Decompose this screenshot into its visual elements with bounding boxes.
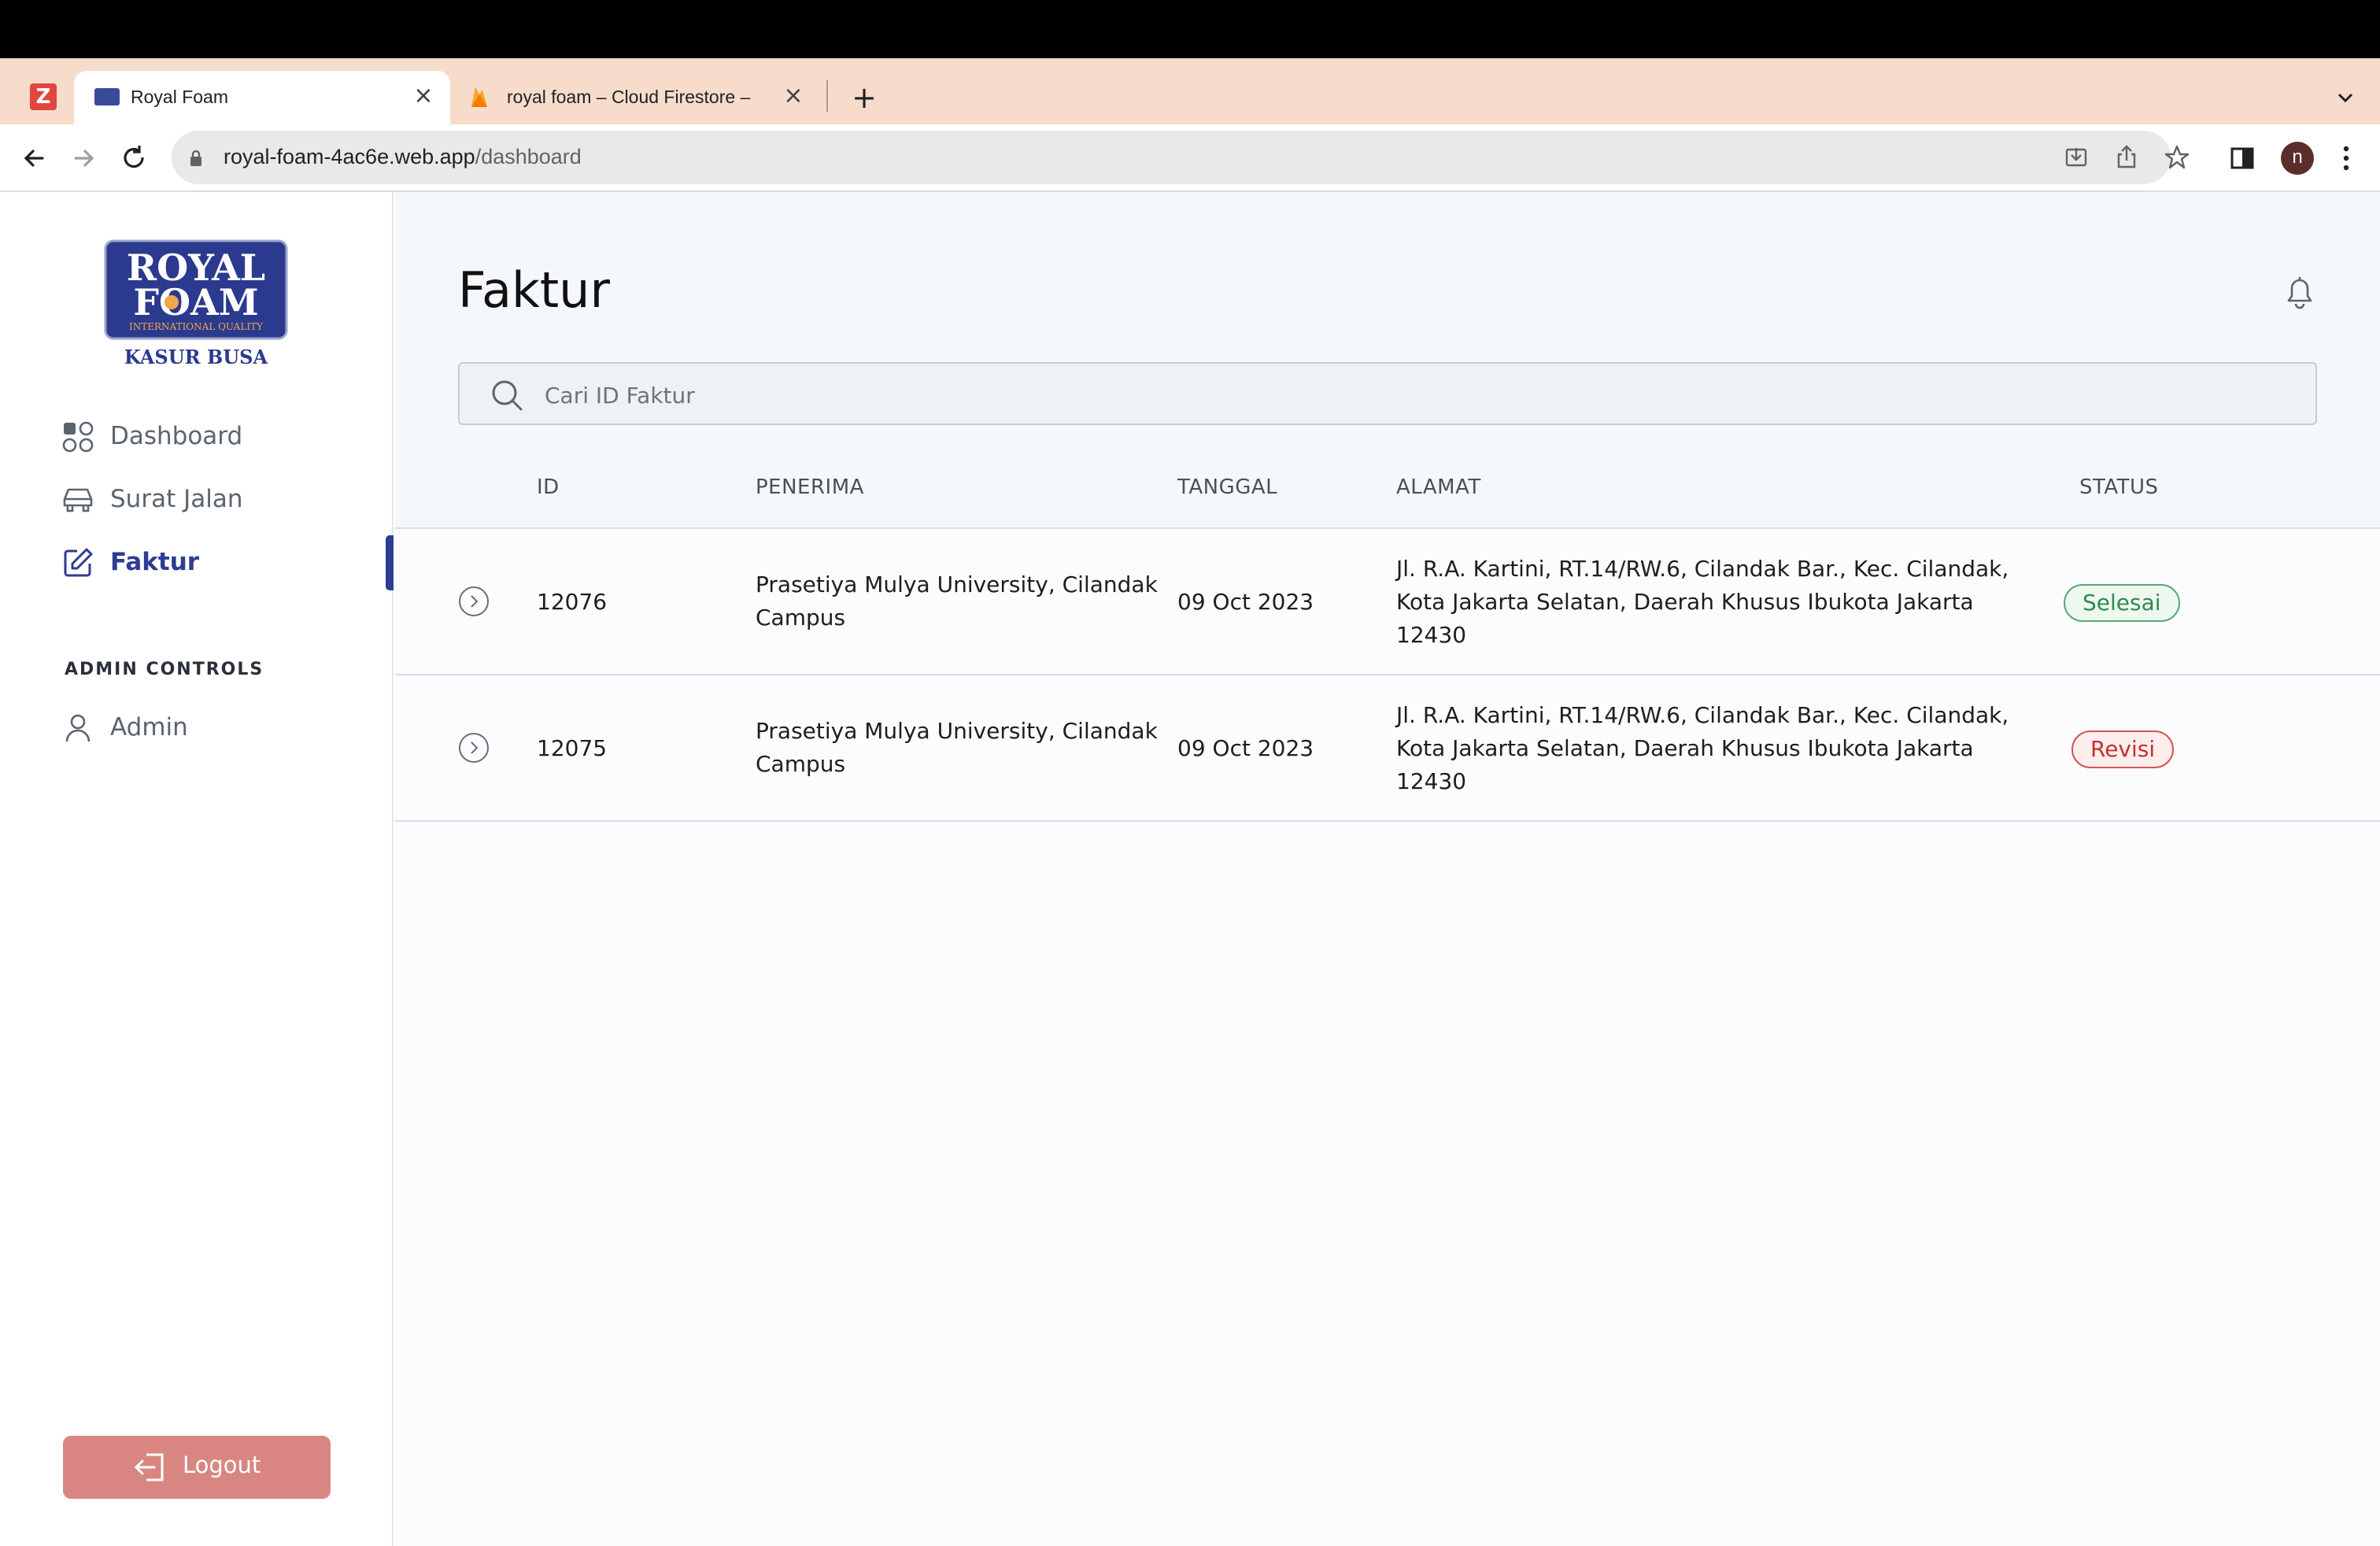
logout-button[interactable]: Logout <box>63 1436 331 1499</box>
back-arrow-icon[interactable] <box>17 142 50 175</box>
logout-label: Logout <box>183 1452 261 1478</box>
svg-text:KASUR BUSA: KASUR BUSA <box>124 346 268 368</box>
cell-line: 12430 <box>1396 768 1467 794</box>
url-host: royal-foam-4ac6e.web.app <box>224 145 475 168</box>
browser-menu-icon[interactable] <box>2334 142 2358 175</box>
new-tab-button[interactable]: + <box>848 82 880 113</box>
browser-toolbar: royal-foam-4ac6e.web.app/dashboard n <box>0 124 2380 192</box>
tab-cloud-firestore[interactable]: royal foam – Cloud Firestore – × <box>463 71 825 124</box>
address-bar[interactable]: royal-foam-4ac6e.web.app/dashboard <box>172 131 2190 184</box>
tab-royal-foam[interactable]: Royal Foam × <box>74 71 450 124</box>
tab-title: royal foam – Cloud Firestore – <box>507 87 751 107</box>
status-badge: Revisi <box>2071 730 2175 768</box>
sidebar-item-surat-jalan[interactable]: Surat Jalan <box>61 477 360 521</box>
admin-controls-heading: ADMIN CONTROLS <box>65 660 264 679</box>
cell-line: Jl. R.A. Kartini, RT.14/RW.6, Cilandak B… <box>1396 556 2009 582</box>
cell-line: Prasetiya Mulya University, Cilandak <box>756 571 1158 597</box>
search-input[interactable] <box>545 373 2276 417</box>
cell-line: Prasetiya Mulya University, Cilandak <box>756 718 1158 744</box>
tab-close-icon[interactable]: × <box>779 82 808 110</box>
cell-alamat: Jl. R.A. Kartini, RT.14/RW.6, Cilandak B… <box>1396 699 2026 798</box>
url-path: /dashboard <box>475 145 582 168</box>
app-root: ROYAL FOAM INTERNATIONAL QUALITY KASUR B… <box>0 192 2380 1546</box>
url-text[interactable]: royal-foam-4ac6e.web.app/dashboard <box>224 145 582 169</box>
cell-line: Kota Jakarta Selatan, Daerah Khusus Ibuk… <box>1396 735 1974 761</box>
cell-line: Kota Jakarta Selatan, Daerah Khusus Ibuk… <box>1396 589 1974 615</box>
tab-close-icon[interactable]: × <box>409 82 438 110</box>
svg-text:INTERNATIONAL QUALITY: INTERNATIONAL QUALITY <box>129 321 264 332</box>
cell-penerima: Prasetiya Mulya University, Cilandak Cam… <box>756 715 1165 781</box>
install-app-icon[interactable] <box>2062 143 2090 172</box>
expand-chevron-icon[interactable] <box>458 732 490 764</box>
sidebar: ROYAL FOAM INTERNATIONAL QUALITY KASUR B… <box>0 192 394 1546</box>
bell-icon[interactable] <box>2282 272 2317 310</box>
cell-tanggal: 09 Oct 2023 <box>1177 735 1314 761</box>
column-header-status: STATUS <box>2079 475 2159 499</box>
cell-alamat: Jl. R.A. Kartini, RT.14/RW.6, Cilandak B… <box>1396 553 2026 652</box>
svg-text:FOAM: FOAM <box>133 281 258 324</box>
system-menu-bar <box>0 0 2380 58</box>
edit-icon <box>64 548 93 577</box>
column-header-id: ID <box>537 475 560 499</box>
expand-chevron-icon[interactable] <box>458 586 490 617</box>
cell-penerima: Prasetiya Mulya University, Cilandak Cam… <box>756 568 1165 634</box>
sidebar-item-label: Surat Jalan <box>110 485 243 513</box>
page-header: Faktur ID PENERIMA TANGGAL ALAMAT STATUS <box>395 192 2380 529</box>
tab-search-chevron-icon[interactable] <box>2330 83 2361 112</box>
search-box[interactable] <box>458 362 2317 425</box>
sidebar-item-label: Dashboard <box>110 422 243 450</box>
car-icon <box>63 488 93 512</box>
reload-icon[interactable] <box>118 142 151 175</box>
cell-line: Campus <box>756 605 846 631</box>
cell-line: Jl. R.A. Kartini, RT.14/RW.6, Cilandak B… <box>1396 702 2009 728</box>
search-icon <box>492 380 523 411</box>
royal-foam-logo: ROYAL FOAM INTERNATIONAL QUALITY KASUR B… <box>104 239 288 368</box>
column-header-tanggal: TANGGAL <box>1177 475 1278 499</box>
sidebar-item-label: Admin <box>110 713 188 742</box>
table-row[interactable]: 12076 Prasetiya Mulya University, Ciland… <box>395 529 2380 675</box>
firebase-icon <box>471 87 487 107</box>
forward-arrow-icon[interactable] <box>68 142 101 175</box>
sidebar-item-admin[interactable]: Admin <box>61 705 360 749</box>
royal-foam-favicon-icon <box>94 88 120 105</box>
tab-title: Royal Foam <box>131 87 228 107</box>
table-row[interactable]: 12075 Prasetiya Mulya University, Ciland… <box>395 675 2380 822</box>
cell-line: 12430 <box>1396 622 1467 648</box>
browser-tab-strip: Z Royal Foam × royal foam – Cloud Firest… <box>0 58 2380 124</box>
grid-icon <box>62 421 94 453</box>
page-title: Faktur <box>458 261 610 319</box>
column-header-alamat: ALAMAT <box>1396 475 1481 499</box>
sidebar-item-faktur[interactable]: Faktur <box>61 540 360 584</box>
profile-avatar[interactable]: n <box>2281 142 2314 175</box>
sidebar-item-label: Faktur <box>110 548 200 576</box>
logout-icon <box>134 1453 164 1481</box>
tab-divider <box>826 80 828 112</box>
main-content: Faktur ID PENERIMA TANGGAL ALAMAT STATUS <box>395 192 2380 1546</box>
cell-id: 12075 <box>537 735 608 761</box>
share-icon[interactable] <box>2112 143 2141 172</box>
column-header-penerima: PENERIMA <box>756 475 864 499</box>
cell-id: 12076 <box>537 589 608 615</box>
user-icon <box>65 714 91 742</box>
side-panel-icon[interactable] <box>2229 145 2256 172</box>
lock-icon[interactable] <box>189 150 203 167</box>
bookmark-star-icon[interactable] <box>2163 143 2191 172</box>
status-badge: Selesai <box>2064 584 2180 622</box>
zotero-app-icon[interactable]: Z <box>30 83 57 110</box>
cell-line: Campus <box>756 751 846 777</box>
sidebar-item-dashboard[interactable]: Dashboard <box>61 414 360 458</box>
active-indicator <box>386 535 394 590</box>
cell-tanggal: 09 Oct 2023 <box>1177 589 1314 615</box>
